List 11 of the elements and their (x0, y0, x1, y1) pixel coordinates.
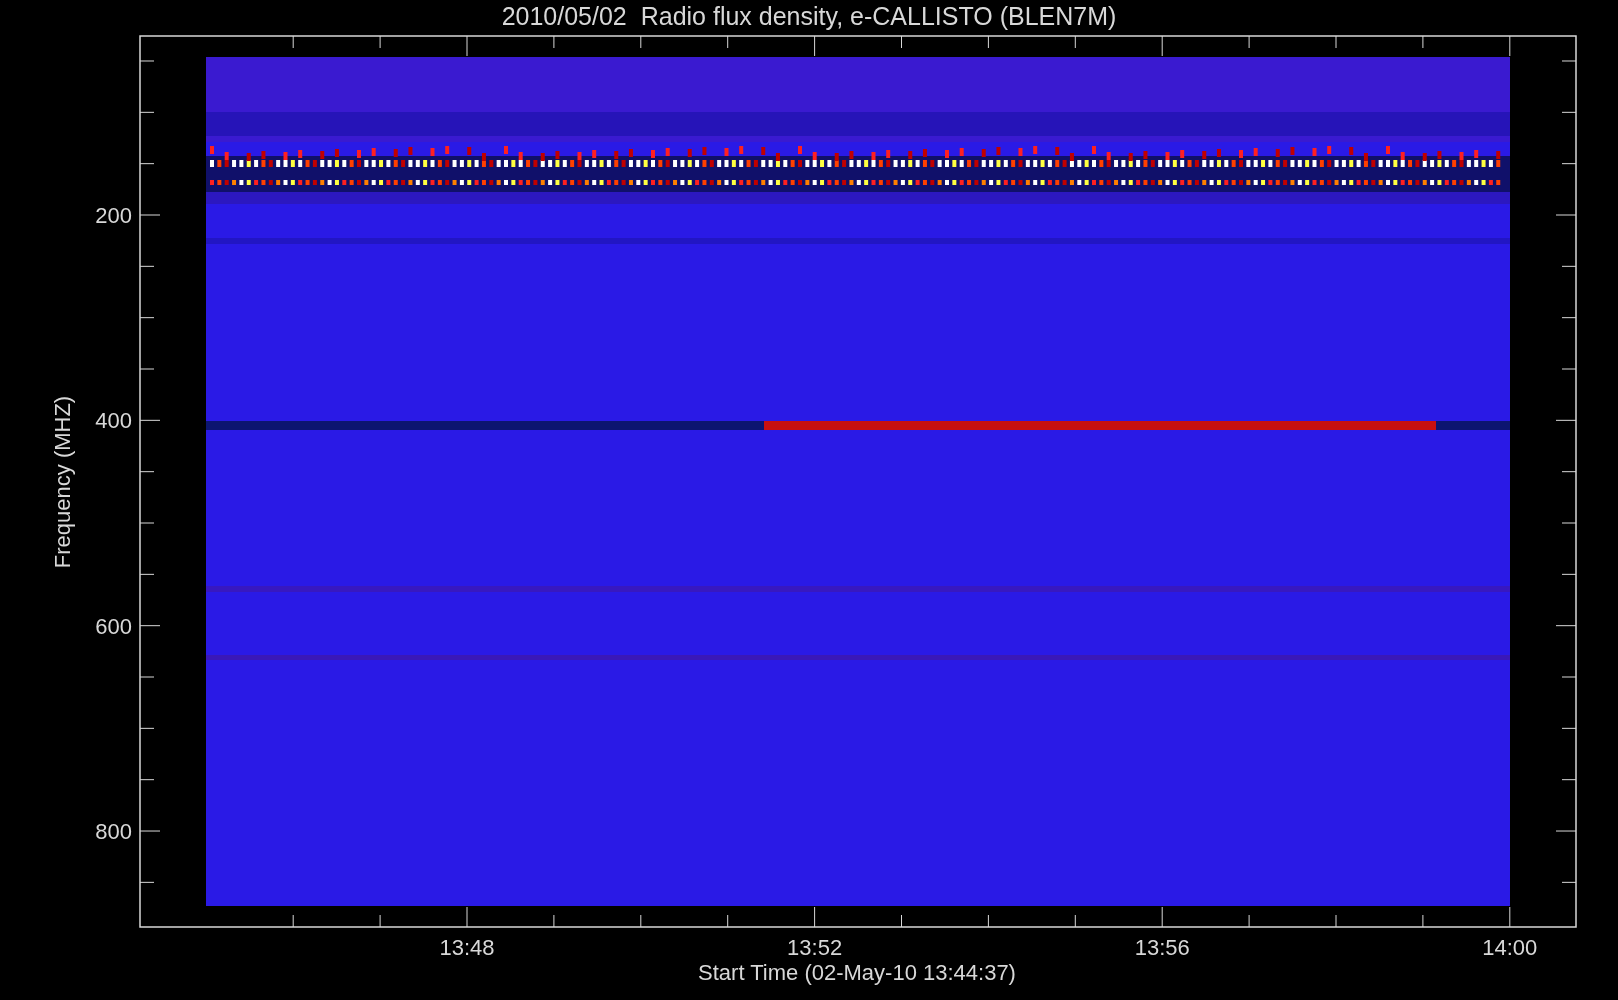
y-axis-label: Frequency (MHZ) (50, 395, 75, 569)
chart-title: 2010/05/02 Radio flux density, e-CALLISTO (BLEN7M) (501, 2, 1117, 30)
x-tick-label: 13:52 (787, 935, 843, 960)
y-tick-label: 800 (95, 819, 132, 844)
y-tick-label: 400 (95, 408, 132, 434)
y-tick-label: 600 (95, 613, 132, 639)
x-tick-label: 13:48 (439, 935, 495, 960)
x-axis-label: Start Time (02-May-10 13:44:37) (698, 960, 1016, 985)
y-tick-label: 200 (95, 203, 132, 228)
x-tick-label: 14:00 (1482, 935, 1538, 960)
x-tick-label: 13:56 (1134, 935, 1190, 960)
